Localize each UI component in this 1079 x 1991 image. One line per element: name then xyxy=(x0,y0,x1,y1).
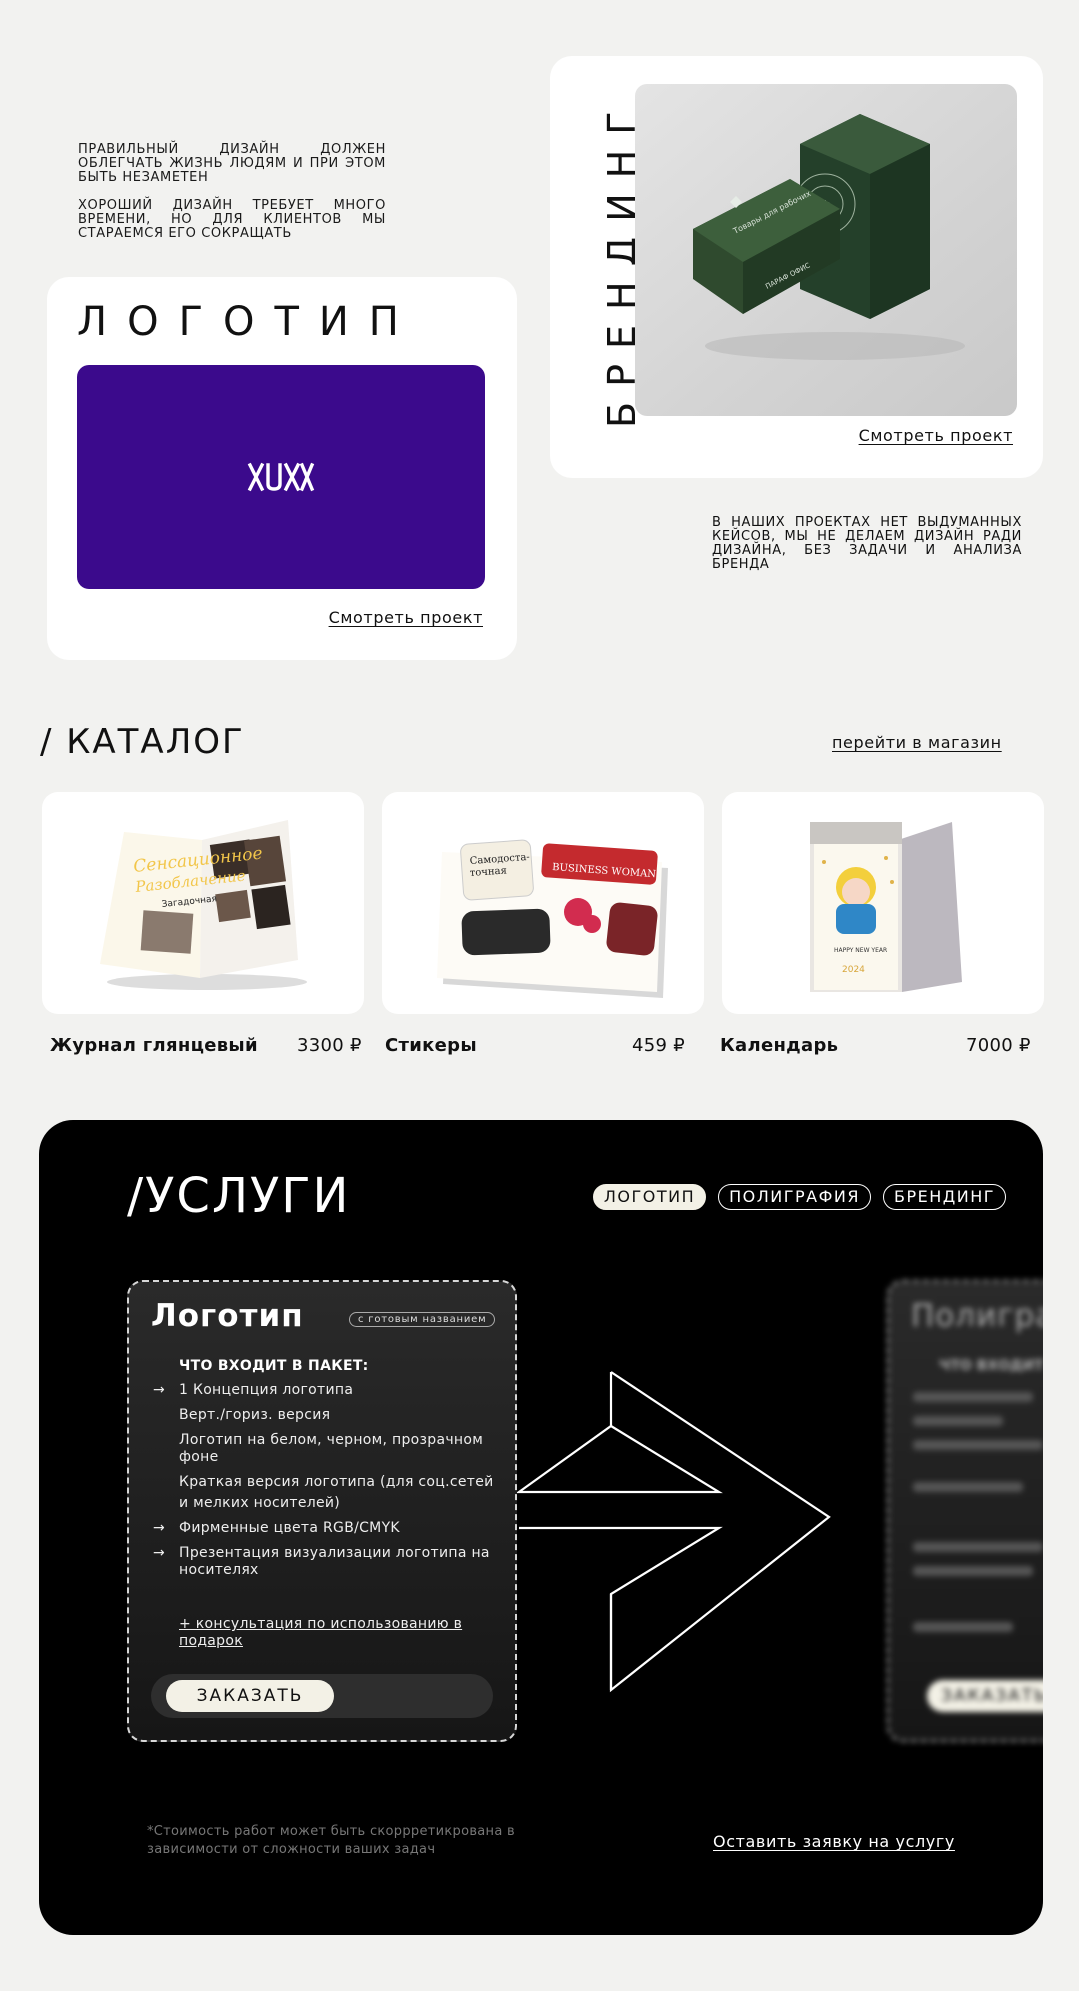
price-note: *Стоимость работ может быть скоррретикро… xyxy=(147,1824,516,1857)
service-card-title: Логотип xyxy=(151,1298,304,1334)
intro-text-3: В наших проектах нет выдуманных кейсов, … xyxy=(712,515,1022,572)
service-card-printing-heading: ЧТО ВХОДИТ xyxy=(939,1358,1043,1374)
consultation-gift-link[interactable]: + консультация по использованию в подаро… xyxy=(179,1616,479,1650)
service-card-printing-title: Полиграфия xyxy=(911,1298,1043,1334)
services-title: /УСЛУГИ xyxy=(127,1168,351,1224)
package-item: Верт./гориз. версия xyxy=(179,1407,331,1423)
package-item: → 1 Концепция логотипа xyxy=(153,1382,354,1398)
product-name-calendar: Календарь xyxy=(720,1035,839,1056)
product-price-stickers: 459 ₽ xyxy=(632,1035,686,1056)
branding-project-card: БРЕНДИНГ pb Товары для рабочих ПАРАФ ОФИ… xyxy=(550,56,1043,478)
product-price-calendar: 7000 ₽ xyxy=(966,1035,1031,1056)
order-button[interactable]: ЗАКАЗАТЬ xyxy=(166,1680,334,1712)
tab-logo[interactable]: ЛОГОТИП xyxy=(592,1184,707,1210)
package-item: → Презентация визуализации логотипа на но… xyxy=(153,1545,490,1578)
xuxx-logo-mark xyxy=(247,462,315,492)
product-card-stickers[interactable]: Самодоста- точная BUSINESS WOMAN xyxy=(382,792,704,1014)
big-arrow-icon xyxy=(515,1371,831,1693)
tab-branding[interactable]: БРЕНДИНГ xyxy=(882,1184,1006,1210)
logo-card-title: ЛОГОТИП xyxy=(77,299,419,345)
catalog-title: / КАТАЛОГ xyxy=(40,722,245,762)
request-service-link[interactable]: Оставить заявку на услугу xyxy=(713,1832,955,1851)
branding-view-project-link[interactable]: Смотреть проект xyxy=(859,426,1013,445)
calendar-image: HAPPY NEW YEAR 2024 xyxy=(810,822,962,992)
service-card-printing[interactable]: Полиграфия ЧТО ВХОДИТ ЗАКАЗАТЬ xyxy=(887,1280,1043,1742)
service-card-printing-order: ЗАКАЗАТЬ xyxy=(927,1680,1043,1712)
svg-text:HAPPY NEW YEAR: HAPPY NEW YEAR xyxy=(834,947,887,954)
package-item: Логотип на белом, черном, прозрачном фон… xyxy=(179,1432,484,1465)
intro-text-1: Правильный дизайн должен облегчать жизнь… xyxy=(78,142,386,185)
product-price-magazine: 3300 ₽ xyxy=(297,1035,362,1056)
logo-preview-image[interactable] xyxy=(77,365,485,589)
arrow-right-icon: → xyxy=(153,1545,166,1561)
service-card-logo: Логотип с готовым названием ЧТО ВХОДИТ В… xyxy=(127,1280,517,1742)
package-item: → Фирменные цвета RGB/CMYK xyxy=(153,1520,400,1536)
package-heading: ЧТО ВХОДИТ В ПАКЕТ: xyxy=(179,1358,369,1374)
service-card-badge: с готовым названием xyxy=(349,1312,496,1327)
stickers-image: Самодоста- точная BUSINESS WOMAN xyxy=(437,839,668,998)
product-name-magazine: Журнал глянцевый xyxy=(50,1035,258,1056)
services-section: /УСЛУГИ ЛОГОТИП ПОЛИГРАФИЯ БРЕНДИНГ Лого… xyxy=(39,1120,1043,1935)
order-bar: ЗАКАЗАТЬ xyxy=(151,1674,493,1718)
arrow-right-icon: → xyxy=(153,1382,166,1398)
services-tabs: ЛОГОТИП ПОЛИГРАФИЯ БРЕНДИНГ xyxy=(592,1184,1006,1210)
product-card-magazine[interactable]: Сенсационное Разоблачение Загадочная xyxy=(42,792,364,1014)
package-list: → 1 Концепция логотипа Верт./гориз. верси… xyxy=(153,1382,498,1587)
product-name-stickers: Стикеры xyxy=(385,1035,477,1056)
package-item: Краткая версия логотипа (для соц.сетей xyxy=(179,1474,494,1490)
svg-text:2024: 2024 xyxy=(842,965,865,975)
tab-printing[interactable]: ПОЛИГРАФИЯ xyxy=(718,1184,871,1210)
product-card-calendar[interactable]: HAPPY NEW YEAR 2024 xyxy=(722,792,1044,1014)
logo-view-project-link[interactable]: Смотреть проект xyxy=(329,608,483,627)
go-to-shop-link[interactable]: перейти в магазин xyxy=(832,733,1002,752)
branding-preview-image[interactable]: pb Товары для рабочих ПАРАФ ОФИС xyxy=(635,84,1017,416)
package-item: и мелких носителей) xyxy=(179,1495,341,1511)
arrow-right-icon: → xyxy=(153,1520,166,1536)
magazine-image: Сенсационное Разоблачение Загадочная xyxy=(100,820,307,990)
intro-text-2: Хороший дизайн требует много времени, но… xyxy=(78,198,386,241)
product-box-illustration: pb Товары для рабочих ПАРАФ ОФИС xyxy=(693,114,965,360)
logo-project-card: ЛОГОТИП Смотреть проект xyxy=(47,277,517,660)
